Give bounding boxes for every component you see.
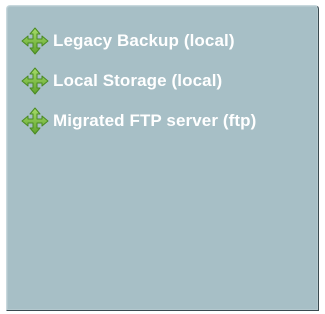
- server-label: Local Storage (local): [53, 71, 223, 90]
- move-arrows-icon[interactable]: [21, 67, 49, 95]
- server-item-local-storage[interactable]: Local Storage (local): [21, 67, 222, 95]
- move-arrows-icon[interactable]: [21, 107, 49, 135]
- move-arrows-icon[interactable]: [21, 27, 49, 55]
- server-label: Migrated FTP server (ftp): [53, 111, 257, 130]
- server-list-panel: Legacy Backup (local) Local Storage (loc…: [6, 5, 319, 311]
- server-item-migrated-ftp[interactable]: Migrated FTP server (ftp): [21, 107, 256, 135]
- server-label: Legacy Backup (local): [53, 31, 235, 50]
- server-item-legacy-backup[interactable]: Legacy Backup (local): [21, 27, 235, 55]
